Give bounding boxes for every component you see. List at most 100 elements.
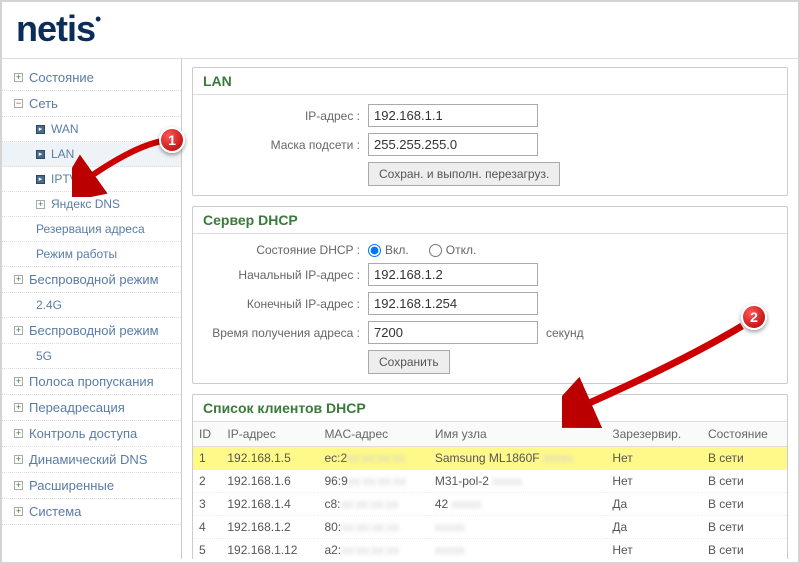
cell-mac: c8:xx:xx:xx:xx [318,493,428,516]
plus-icon [14,481,23,490]
sidebar-item-24g[interactable]: 2.4G [2,293,181,318]
plus-icon [36,200,45,209]
dhcp-lease-label: Время получения адреса : [193,326,368,340]
arrow-icon [36,150,45,159]
dhcp-section: Сервер DHCP Состояние DHCP : Вкл. Откл. … [192,206,788,384]
cell-state: В сети [702,493,787,516]
cell-reserved: Нет [606,539,702,560]
sidebar-item-advanced[interactable]: Расширенные [2,473,181,499]
main-content: LAN IP-адрес : Маска подсети : Сохран. и… [182,59,798,559]
sidebar-item-status[interactable]: Состояние [2,65,181,91]
dhcp-start-input[interactable] [368,263,538,286]
plus-icon [14,326,23,335]
table-row[interactable]: 3192.168.1.4c8:xx:xx:xx:xx42 xxxxxДаВ се… [193,493,787,516]
cell-reserved: Нет [606,470,702,493]
lan-save-button[interactable]: Сохран. и выполн. перезагруз. [368,162,560,186]
sidebar-item-lan[interactable]: LAN [2,142,181,167]
col-mac: MAC-адрес [318,422,428,447]
col-id: ID [193,422,221,447]
cell-name: xxxxx [429,516,606,539]
cell-mac: 96:9xx:xx:xx:xx [318,470,428,493]
sidebar-item-iptv[interactable]: IPTV [2,167,181,192]
dhcp-state-label: Состояние DHCP : [193,243,368,257]
col-state: Состояние [702,422,787,447]
mask-label: Маска подсети : [193,138,368,152]
dhcp-end-label: Конечный IP-адрес : [193,297,368,311]
dhcp-start-label: Начальный IP-адрес : [193,268,368,282]
dhcp-lease-input[interactable] [368,321,538,344]
cell-ip: 192.168.1.12 [221,539,318,560]
sidebar-item-wireless-24[interactable]: Беспроводной режим [2,267,181,293]
dhcp-end-input[interactable] [368,292,538,315]
dhcp-save-button[interactable]: Сохранить [368,350,450,374]
sidebar-item-access[interactable]: Контроль доступа [2,421,181,447]
seconds-unit: секунд [546,326,584,340]
cell-reserved: Да [606,493,702,516]
sidebar-item-system[interactable]: Система [2,499,181,525]
sidebar-item-forwarding[interactable]: Переадресация [2,395,181,421]
annotation-badge-1: 1 [159,127,185,153]
col-ip: IP-адрес [221,422,318,447]
cell-id: 5 [193,539,221,560]
cell-mac: a2:xx:xx:xx:xx [318,539,428,560]
cell-ip: 192.168.1.2 [221,516,318,539]
sidebar-item-wireless-5[interactable]: Беспроводной режим [2,318,181,344]
cell-state: В сети [702,516,787,539]
cell-id: 2 [193,470,221,493]
dhcp-on-radio[interactable]: Вкл. [368,243,409,257]
annotation-badge-2: 2 [741,304,767,330]
sidebar-item-bandwidth[interactable]: Полоса пропускания [2,369,181,395]
table-row[interactable]: 5192.168.1.12a2:xx:xx:xx:xx xxxxxНетВ се… [193,539,787,560]
cell-state: В сети [702,539,787,560]
cell-name: M31-pol-2 xxxxx [429,470,606,493]
dhcp-off-radio[interactable]: Откл. [429,243,477,257]
lan-title: LAN [193,68,787,95]
dhcp-title: Сервер DHCP [193,207,787,234]
cell-mac: 80:xx:xx:xx:xx [318,516,428,539]
cell-name: Samsung ML1860F xxxxx [429,447,606,470]
plus-icon [14,73,23,82]
cell-ip: 192.168.1.5 [221,447,318,470]
plus-icon [14,275,23,284]
lan-section: LAN IP-адрес : Маска подсети : Сохран. и… [192,67,788,196]
cell-reserved: Нет [606,447,702,470]
table-row[interactable]: 1192.168.1.5ec:2xx:xx:xx:xxSamsung ML186… [193,447,787,470]
plus-icon [14,403,23,412]
brand-logo: netis• [2,2,798,59]
sidebar-item-mode[interactable]: Режим работы [2,242,181,267]
cell-state: В сети [702,470,787,493]
plus-icon [14,429,23,438]
sidebar-item-network[interactable]: Сеть [2,91,181,117]
cell-name: 42 xxxxx [429,493,606,516]
cell-name: xxxxx [429,539,606,560]
col-name: Имя узла [429,422,606,447]
mask-input[interactable] [368,133,538,156]
cell-ip: 192.168.1.4 [221,493,318,516]
cell-ip: 192.168.1.6 [221,470,318,493]
table-row[interactable]: 2192.168.1.696:9xx:xx:xx:xxM31-pol-2 xxx… [193,470,787,493]
clients-section: Список клиентов DHCP ID IP-адрес MAC-адр… [192,394,788,559]
table-row[interactable]: 4192.168.1.280:xx:xx:xx:xx xxxxxДаВ сети [193,516,787,539]
sidebar-item-yandex-dns[interactable]: Яндекс DNS [2,192,181,217]
arrow-icon [36,125,45,134]
sidebar-item-ddns[interactable]: Динамический DNS [2,447,181,473]
arrow-icon [36,175,45,184]
plus-icon [14,455,23,464]
minus-icon [14,99,23,108]
ip-input[interactable] [368,104,538,127]
cell-id: 4 [193,516,221,539]
cell-id: 1 [193,447,221,470]
col-reserved: Зарезервир. [606,422,702,447]
cell-mac: ec:2xx:xx:xx:xx [318,447,428,470]
plus-icon [14,507,23,516]
sidebar-item-5g[interactable]: 5G [2,344,181,369]
clients-title: Список клиентов DHCP [193,395,787,422]
plus-icon [14,377,23,386]
cell-reserved: Да [606,516,702,539]
sidebar: Состояние Сеть WAN LAN IPTV Яндекс DNS Р… [2,59,182,559]
sidebar-item-addr-reserve[interactable]: Резервация адреса [2,217,181,242]
sidebar-item-wan[interactable]: WAN [2,117,181,142]
cell-id: 3 [193,493,221,516]
ip-label: IP-адрес : [193,109,368,123]
clients-table: ID IP-адрес MAC-адрес Имя узла Зарезерви… [193,422,787,559]
